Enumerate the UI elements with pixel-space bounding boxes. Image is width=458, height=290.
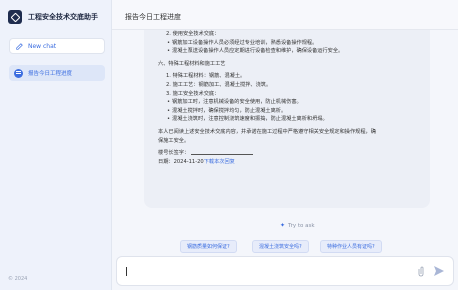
suggestion-chips: 钢筋质量如何保证? 混凝土浇筑安全吗? 特种作业人员有证吗?: [180, 240, 382, 254]
message-line: 2. 施工工艺：钢筋加工、混凝土搅拌、浇筑。: [166, 81, 272, 88]
message-line: 钢筋加工时，注意机械设备的安全使用，防止机械伤害。: [158, 98, 420, 107]
message-line: 混凝土浇筑时，注意控制浇筑速度和振捣，防止混凝土离析和坍塌。: [158, 115, 420, 124]
suggestion-chip[interactable]: 特种作业人员有证吗?: [320, 240, 382, 253]
date-label: 日期：2024-11-20: [158, 158, 204, 165]
sidebar: 工程安全技术交底助手 New chat 报告今日工程进度 © 2024: [0, 0, 112, 290]
message-input[interactable]: [125, 265, 405, 279]
new-chat-button[interactable]: New chat: [9, 38, 105, 54]
page-title: 报告今日工程进度: [125, 13, 181, 21]
message-line: 3. 施工安全技术交底：: [166, 90, 220, 97]
history-item-label: 报告今日工程进度: [28, 71, 73, 77]
text-caret: [126, 267, 127, 276]
header: 报告今日工程进度: [112, 0, 458, 30]
message-line: 本人已阅读上述安全技术交底内容，并承诺在施工过程中严格遵守相关安全规定和操作规程…: [158, 128, 376, 135]
message-line: 2. 使用安全技术交底：: [166, 31, 220, 37]
try-to-ask: ✦ Try to ask: [280, 222, 315, 229]
edit-icon: [16, 42, 23, 50]
suggestion-chip[interactable]: 混凝土浇筑安全吗?: [252, 240, 309, 253]
message-line: 混凝土泵送设备操作人员应定期进行设备检查和维护，确保设备运行安全。: [158, 47, 420, 56]
chat-bubble-icon: [14, 68, 23, 78]
message-line: 六、特殊工程材料和施工工艺: [158, 60, 226, 67]
message-body: 2. 使用安全技术交底： 钢筋加工设备操作人员必须经过专业培训，熟悉设备操作规程。…: [158, 30, 420, 149]
try-to-ask-label: Try to ask: [288, 222, 315, 229]
brand: 工程安全技术交底助手: [8, 8, 98, 26]
signature-row: 楼号长签字：: [158, 149, 420, 158]
signature-line: [191, 149, 254, 156]
message-line: 1. 特殊工程材料：钢筋、混凝土。: [166, 73, 246, 80]
attachment-icon[interactable]: [417, 266, 425, 278]
composer: [116, 256, 454, 286]
message-line: 混凝土搅拌时，确保搅拌均匀，防止混凝土离析。: [158, 107, 420, 116]
new-chat-label: New chat: [28, 42, 57, 50]
assistant-message: 2. 使用安全技术交底： 钢筋加工设备操作人员必须经过专业培训，熟悉设备操作规程。…: [144, 30, 430, 208]
message-line: 钢筋加工设备操作人员必须经过专业培训，熟悉设备操作规程。: [158, 39, 420, 48]
history-item[interactable]: 报告今日工程进度: [9, 65, 105, 81]
message-line: 保施工安全。: [158, 137, 190, 144]
sparkle-icon: ✦: [280, 222, 286, 229]
suggestion-chip[interactable]: 钢筋质量如何保证?: [180, 240, 237, 253]
date-row: 日期：2024-11-20下载本次回复: [158, 158, 420, 167]
download-reply-link[interactable]: 下载本次回复: [204, 159, 235, 165]
copyright: © 2024: [8, 276, 28, 282]
signature-label: 楼号长签字：: [158, 150, 190, 157]
app-logo-icon: [8, 10, 22, 24]
send-icon[interactable]: [433, 265, 445, 277]
app-title: 工程安全技术交底助手: [28, 13, 98, 21]
